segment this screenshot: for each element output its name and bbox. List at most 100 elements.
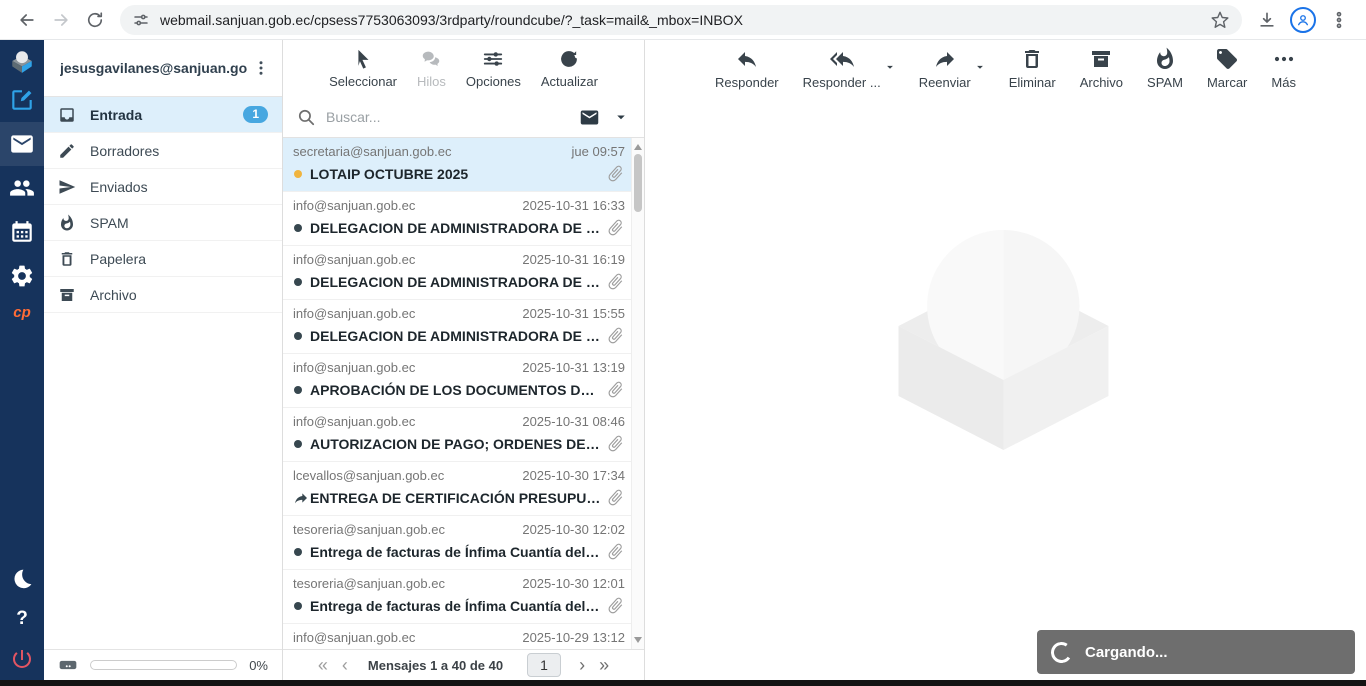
- quota-percent: 0%: [249, 658, 268, 673]
- calendar-icon: [9, 219, 35, 245]
- options-button[interactable]: Opciones: [466, 48, 521, 89]
- more-button[interactable]: Más: [1271, 47, 1296, 90]
- refresh-button[interactable]: Actualizar: [541, 48, 598, 89]
- compose-button[interactable]: [0, 78, 44, 122]
- browser-reload-button[interactable]: [78, 3, 112, 37]
- message-date: 2025-10-29 13:12: [522, 630, 625, 645]
- folder-drafts[interactable]: Borradores: [44, 133, 282, 169]
- message-row[interactable]: info@sanjuan.gob.ec 2025-10-31 13:19 APR…: [283, 354, 631, 408]
- first-page-button[interactable]: «: [318, 656, 328, 674]
- cpanel-icon[interactable]: cp: [13, 298, 31, 327]
- send-icon: [58, 178, 76, 196]
- folder-spam[interactable]: SPAM: [44, 205, 282, 241]
- browser-address-bar[interactable]: webmail.sanjuan.gob.ec/cpsess7753063093/…: [120, 5, 1242, 35]
- attachment-icon: [602, 322, 629, 349]
- mark-button[interactable]: Marcar: [1207, 47, 1247, 90]
- message-row[interactable]: info@sanjuan.gob.ec 2025-10-29 13:12: [283, 624, 631, 649]
- archive-button[interactable]: Archivo: [1080, 47, 1123, 90]
- help-icon[interactable]: ?: [16, 600, 28, 638]
- message-row[interactable]: tesoreria@sanjuan.gob.ec 2025-10-30 12:0…: [283, 570, 631, 624]
- browser-menu-icon[interactable]: [1322, 3, 1356, 37]
- message-sender: info@sanjuan.gob.ec: [293, 360, 514, 375]
- browser-back-button[interactable]: [10, 3, 44, 37]
- next-page-button[interactable]: ›: [579, 656, 585, 674]
- forwarded-icon: [293, 490, 309, 506]
- settings-tab[interactable]: [0, 254, 44, 298]
- last-page-button[interactable]: »: [599, 656, 609, 674]
- contacts-icon: [9, 175, 35, 201]
- message-row[interactable]: info@sanjuan.gob.ec 2025-10-31 15:55 DEL…: [283, 300, 631, 354]
- scroll-up-arrow[interactable]: [634, 144, 642, 150]
- attachment-icon: [602, 592, 629, 619]
- attachment-icon: [602, 214, 629, 241]
- logout-button[interactable]: [0, 638, 44, 680]
- power-icon: [10, 647, 34, 671]
- message-subject: DELEGACION DE ADMINISTRADORA DE OR...: [310, 220, 602, 236]
- dark-mode-toggle[interactable]: [0, 558, 44, 600]
- message-row[interactable]: tesoreria@sanjuan.gob.ec 2025-10-30 12:0…: [283, 516, 631, 570]
- folder-trash[interactable]: Papelera: [44, 241, 282, 277]
- pagination-summary: Mensajes 1 a 40 de 40: [368, 658, 503, 673]
- folder-sent[interactable]: Enviados: [44, 169, 282, 205]
- contacts-tab[interactable]: [0, 166, 44, 210]
- search-bar: [283, 97, 644, 138]
- calendar-tab[interactable]: [0, 210, 44, 254]
- archive-icon: [58, 286, 76, 304]
- list-scrollbar[interactable]: [631, 138, 644, 649]
- message-sender: info@sanjuan.gob.ec: [293, 630, 514, 645]
- folder-inbox[interactable]: Entrada 1: [44, 97, 282, 133]
- message-row[interactable]: info@sanjuan.gob.ec 2025-10-31 16:19 DEL…: [283, 246, 631, 300]
- page-number-input[interactable]: 1: [527, 653, 561, 677]
- search-scope-mail-icon[interactable]: [579, 107, 600, 128]
- unread-dot: [294, 548, 302, 556]
- message-sender: info@sanjuan.gob.ec: [293, 306, 514, 321]
- message-subject: ENTREGA DE CERTIFICACIÓN PRESUPUEST...: [310, 490, 602, 506]
- browser-profile-avatar[interactable]: [1290, 7, 1316, 33]
- message-date: 2025-10-31 16:19: [522, 252, 625, 267]
- moon-icon: [10, 567, 34, 591]
- folder-archive[interactable]: Archivo: [44, 277, 282, 313]
- prev-page-button[interactable]: ‹: [342, 656, 348, 674]
- download-icon[interactable]: [1250, 3, 1284, 37]
- flame-icon: [1153, 47, 1177, 71]
- browser-forward-button[interactable]: [44, 3, 78, 37]
- search-scope-caret-icon[interactable]: [612, 108, 630, 126]
- threads-button[interactable]: Hilos: [417, 48, 446, 89]
- message-content-pane: Responder Responder ... Reenviar Elimina…: [645, 40, 1366, 680]
- site-info-icon[interactable]: [132, 11, 150, 29]
- forward-button[interactable]: Reenviar: [919, 47, 971, 90]
- message-flag: [293, 386, 310, 394]
- flame-icon: [58, 214, 76, 232]
- folder-list: Entrada 1 Borradores Enviados SPAM Papel…: [44, 97, 282, 649]
- select-button[interactable]: Seleccionar: [329, 48, 397, 89]
- spam-button[interactable]: SPAM: [1147, 47, 1183, 90]
- message-date: 2025-10-30 12:02: [522, 522, 625, 537]
- search-input[interactable]: [326, 109, 579, 125]
- message-flag: [293, 170, 310, 178]
- reply-icon: [735, 47, 759, 71]
- forward-dropdown-caret[interactable]: [973, 60, 987, 74]
- reply-button[interactable]: Responder: [715, 47, 779, 90]
- message-subject: APROBACIÓN DE LOS DOCUMENTOS DE LA...: [310, 382, 602, 398]
- more-icon: [1272, 47, 1296, 71]
- reply-all-dropdown-caret[interactable]: [883, 60, 897, 74]
- search-icon: [297, 108, 316, 127]
- message-sender: info@sanjuan.gob.ec: [293, 414, 514, 429]
- bookmark-star-icon[interactable]: [1210, 10, 1230, 30]
- message-row[interactable]: secretaria@sanjuan.gob.ec jue 09:57 LOTA…: [283, 138, 631, 192]
- message-row[interactable]: info@sanjuan.gob.ec 2025-10-31 08:46 AUT…: [283, 408, 631, 462]
- unread-dot: [294, 224, 302, 232]
- scroll-down-arrow[interactable]: [634, 637, 642, 643]
- message-list: secretaria@sanjuan.gob.ec jue 09:57 LOTA…: [283, 138, 631, 649]
- account-menu-icon[interactable]: [248, 55, 274, 81]
- message-row[interactable]: lcevallos@sanjuan.gob.ec 2025-10-30 17:3…: [283, 462, 631, 516]
- delete-button[interactable]: Eliminar: [1009, 47, 1056, 90]
- message-flag: [293, 490, 310, 506]
- mail-tab[interactable]: [0, 122, 44, 166]
- attachment-icon: [602, 160, 629, 187]
- bottom-strip: [0, 680, 1366, 686]
- scrollbar-thumb[interactable]: [634, 154, 642, 212]
- message-row[interactable]: info@sanjuan.gob.ec 2025-10-31 16:33 DEL…: [283, 192, 631, 246]
- reply-all-button[interactable]: Responder ...: [803, 47, 881, 90]
- message-sender: secretaria@sanjuan.gob.ec: [293, 144, 564, 159]
